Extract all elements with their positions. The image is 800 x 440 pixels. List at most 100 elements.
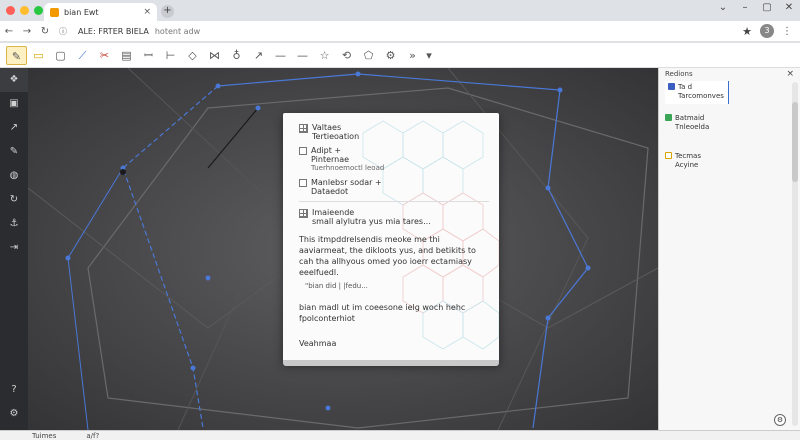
browser-tab[interactable]: bian Ewt ×: [44, 3, 157, 21]
settings-icon[interactable]: ⚙: [380, 46, 401, 65]
option-adipt-label2: Pinternae: [311, 155, 350, 164]
dialog-divider: [299, 201, 489, 202]
panel-item-2[interactable]: Batmaid Tnleoelda: [665, 114, 729, 132]
chevron-down-icon[interactable]: ⌄: [712, 2, 734, 13]
option-adipt[interactable]: Adipt + Pinternae Tuerhnoemoctl leoad: [299, 146, 489, 173]
anchor-icon[interactable]: ⚓: [0, 212, 28, 236]
help-icon[interactable]: ?: [0, 378, 28, 402]
reload-icon[interactable]: ↻: [36, 26, 54, 37]
status-left: Tuimes: [32, 431, 57, 440]
dimension-icon[interactable]: ⇥: [0, 236, 28, 260]
option-manlebsr[interactable]: Manlebsr sodar + Dataedot: [299, 178, 489, 196]
section-title: Imaieende: [312, 208, 355, 217]
drawing-canvas[interactable]: Valtaes Tertieoation Adipt + Pinternae T…: [28, 68, 658, 430]
editor-toolbar: ✎ ▭ ▢ ⟋ ✂ ▤ ꟷ ⊢ ◇ ⋈ ♁ ↗ — — ☆ ⟲ ⬠ ⚙ » ▾: [0, 43, 800, 68]
option-manlebsr-label2: Dataedot: [311, 187, 349, 196]
arrow-icon[interactable]: »: [402, 46, 423, 65]
close-icon[interactable]: ✕: [778, 2, 800, 13]
pointer-icon[interactable]: ♁: [226, 46, 247, 65]
scroll-thumb[interactable]: [792, 102, 798, 182]
adipt-checkbox[interactable]: [299, 147, 307, 155]
panel-item-1-line2: Tarcomonves: [678, 92, 724, 100]
panel-close-icon[interactable]: ×: [786, 69, 794, 79]
section-header: Imaieende small alylutra yus mia tares..…: [299, 208, 489, 226]
star-icon[interactable]: ☆: [314, 46, 335, 65]
pin-icon[interactable]: ↗: [0, 116, 28, 140]
forward-icon[interactable]: →: [18, 26, 36, 37]
option-adipt-label: Adipt +: [311, 146, 342, 155]
split-icon[interactable]: ⊢: [160, 46, 181, 65]
brush-icon[interactable]: ✎: [0, 140, 28, 164]
panel-item-2-line1: Batmaid: [675, 114, 705, 122]
bookmark-star-icon[interactable]: ★: [742, 25, 752, 38]
line-icon[interactable]: ↗: [248, 46, 269, 65]
document-icon: [668, 83, 675, 90]
folder-icon[interactable]: ▭: [28, 46, 49, 65]
text-icon[interactable]: ꟷ: [138, 46, 159, 65]
panel-scrollbar[interactable]: [792, 82, 798, 426]
info-icon[interactable]: ⓘ: [54, 26, 72, 37]
status-bar: Tuimes a/f?: [0, 430, 800, 440]
tab-favicon-icon: [50, 7, 59, 17]
left-tool-rail: ❖ ▣ ↗ ✎ ◍ ↻ ⚓ ⇥ ? ⚙: [0, 68, 28, 430]
address-bar: ← → ↻ ⓘ ALE: FRTER BIELA hotent adw ★ 3 ⋮: [0, 21, 800, 42]
dialog-paragraph: This itmpddrelsendis meoke me thi aaviar…: [299, 235, 476, 277]
refresh-icon[interactable]: ↻: [0, 188, 28, 212]
panel-item-3[interactable]: Tecmas Acyine: [665, 152, 729, 170]
comment-icon[interactable]: ▢: [50, 46, 71, 65]
manlebsr-checkbox[interactable]: [299, 179, 307, 187]
zoom-window-button[interactable]: [34, 6, 43, 15]
lasso-icon[interactable]: ⟲: [336, 46, 357, 65]
content-dialog: Valtaes Tertieoation Adipt + Pinternae T…: [283, 113, 499, 363]
tab-title: bian Ewt: [64, 7, 99, 17]
tab-close-icon[interactable]: ×: [143, 7, 151, 17]
grid-icon: [299, 209, 308, 218]
new-tab-button[interactable]: +: [161, 5, 174, 18]
footer-paragraph: bian madl ut im coeesone ielg woch hehc …: [299, 303, 466, 323]
url-text: ALE: FRTER BIELA: [78, 26, 149, 36]
panel-header: Redions ×: [659, 68, 800, 80]
folder-icon: [665, 152, 672, 159]
shape-icon[interactable]: ◇: [182, 46, 203, 65]
back-icon[interactable]: ←: [0, 26, 18, 37]
dialog-footer-shadow: [283, 360, 499, 366]
signature: Veahmaa: [299, 339, 337, 348]
gear-icon[interactable]: ⚙: [0, 402, 28, 426]
node-icon[interactable]: ⋈: [204, 46, 225, 65]
image-icon: [665, 114, 672, 121]
status-right: a/f?: [86, 431, 100, 440]
tab-strip: bian Ewt × + ⌄ – ▢ ✕: [0, 0, 800, 21]
eraser-icon[interactable]: ✂: [94, 46, 115, 65]
more-menu-icon[interactable]: ⋮: [782, 26, 792, 37]
chevron-down-icon[interactable]: ▾: [424, 46, 434, 65]
document-icon[interactable]: ▤: [116, 46, 137, 65]
url-field[interactable]: ALE: FRTER BIELA hotent adw: [78, 27, 200, 36]
image-icon[interactable]: ⬠: [358, 46, 379, 65]
grid-icon: [299, 124, 308, 133]
layers-icon[interactable]: ❖: [0, 68, 28, 92]
panel-item-3-line1: Tecmas: [675, 152, 701, 160]
option-values[interactable]: Valtaes Tertieoation: [299, 123, 489, 141]
section-sub: small alylutra yus mia tares...: [312, 217, 431, 226]
option-manlebsr-label: Manlebsr sodar +: [311, 178, 382, 187]
option-values-sub: Tertieoation: [312, 132, 360, 141]
minimize-window-button[interactable]: [20, 6, 29, 15]
code-line: "bian did | |fedu...: [305, 282, 368, 290]
settings-icon[interactable]: ⚙: [774, 414, 786, 426]
minimize-icon[interactable]: –: [734, 2, 756, 13]
globe-icon[interactable]: ◍: [0, 164, 28, 188]
profile-avatar[interactable]: 3: [760, 24, 774, 38]
window-controls: [6, 6, 43, 15]
dash-icon[interactable]: —: [270, 46, 291, 65]
option-adipt-sub: Tuerhnoemoctl leoad: [311, 164, 385, 172]
panel-item-3-line2: Acyine: [675, 161, 699, 169]
dash2-icon[interactable]: —: [292, 46, 313, 65]
close-window-button[interactable]: [6, 6, 15, 15]
page-icon[interactable]: ▣: [0, 92, 28, 116]
pen-icon[interactable]: ⟋: [72, 46, 93, 65]
select-icon[interactable]: ✎: [6, 45, 27, 65]
panel-item-2-line2: Tnleoelda: [675, 123, 710, 131]
panel-item-1[interactable]: Ta d Tarcomonves: [665, 81, 729, 104]
maximize-icon[interactable]: ▢: [756, 2, 778, 13]
panel-title: Redions: [665, 70, 693, 78]
